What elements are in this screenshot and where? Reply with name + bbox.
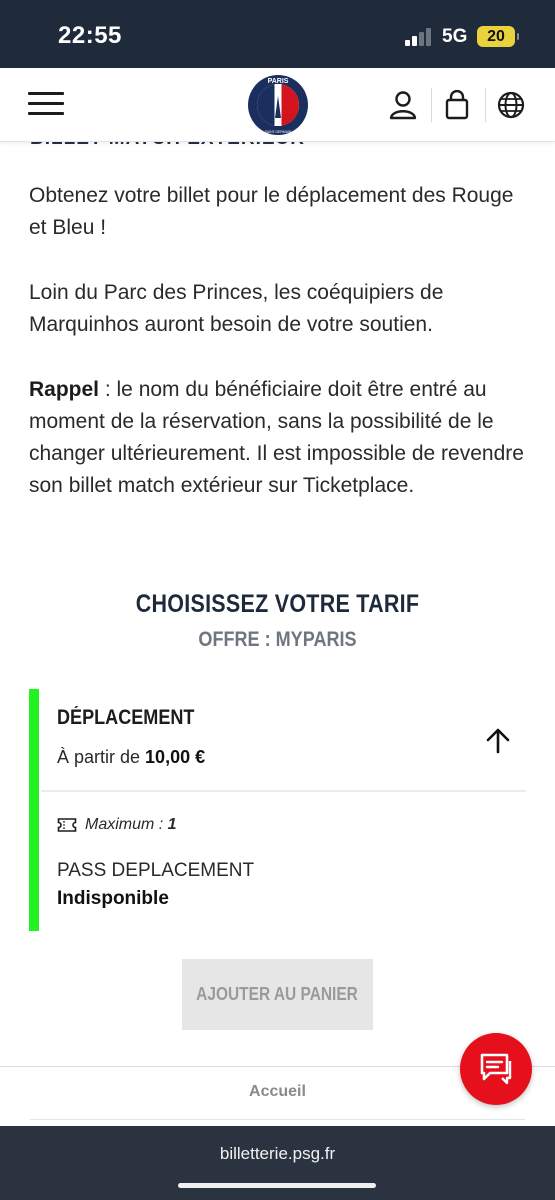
header-divider — [431, 88, 432, 122]
signal-icon — [405, 28, 435, 46]
description-paragraph: Obtenez votre billet pour le déplacement… — [29, 184, 514, 239]
offer-card: DÉPLACEMENT À partir de 10,00 € Maximum … — [29, 689, 526, 931]
status-bar: 22:55 5G 20 — [0, 0, 555, 68]
offer-price-value: 10,00 € — [145, 747, 206, 767]
hamburger-menu-icon[interactable] — [28, 92, 64, 116]
home-indicator — [178, 1183, 376, 1188]
add-to-cart-label: AJOUTER AU PANIER — [196, 984, 359, 1004]
browser-url-bar: billetterie.psg.fr — [0, 1126, 555, 1200]
battery-icon: 20 — [477, 26, 519, 47]
chat-button[interactable] — [460, 1033, 532, 1105]
arrow-up-icon[interactable] — [484, 727, 512, 755]
header-divider — [485, 88, 486, 122]
tarif-title: CHOISISSEZ VOTRE TARIF — [135, 590, 420, 618]
add-to-cart-button[interactable]: AJOUTER AU PANIER — [182, 959, 373, 1030]
offer-price: À partir de 10,00 € — [57, 747, 205, 768]
footer-divider — [30, 1119, 525, 1120]
offer-max-label: Maximum : — [85, 816, 168, 833]
tarif-subtitle: OFFRE : MYPARIS — [198, 628, 357, 651]
reminder-label: Rappel — [29, 378, 100, 401]
psg-logo[interactable]: PARIS SAINT-GERMAIN — [247, 74, 309, 136]
offer-name[interactable]: DÉPLACEMENT — [57, 706, 194, 730]
offer-maximum: Maximum : 1 — [85, 816, 177, 834]
ticket-icon — [57, 818, 77, 832]
bag-icon[interactable] — [442, 90, 472, 120]
url-text[interactable]: billetterie.psg.fr — [0, 1144, 555, 1164]
reminder-paragraph: Rappel : le nom du bénéficiaire doit êtr… — [29, 374, 529, 502]
logo-subtext: SAINT-GERMAIN — [265, 130, 292, 134]
pass-status: Indisponible — [57, 888, 169, 909]
logo-text: PARIS — [268, 78, 289, 85]
description-paragraph: Loin du Parc des Princes, les coéquipier… — [29, 281, 444, 336]
site-header: PARIS SAINT-GERMAIN — [0, 68, 555, 142]
status-time: 22:55 — [58, 22, 122, 49]
globe-icon[interactable] — [496, 90, 526, 120]
offer-divider — [41, 790, 526, 792]
network-type: 5G — [442, 26, 468, 47]
offer-price-prefix: À partir de — [57, 747, 146, 767]
offer-accent-bar — [29, 689, 39, 931]
reminder-text: : le nom du bénéficiaire doit être entré… — [29, 378, 524, 497]
offer-max-value: 1 — [167, 816, 177, 833]
pass-name: PASS DEPLACEMENT — [57, 860, 255, 881]
account-icon[interactable] — [388, 90, 418, 120]
chat-icon — [480, 1053, 512, 1085]
